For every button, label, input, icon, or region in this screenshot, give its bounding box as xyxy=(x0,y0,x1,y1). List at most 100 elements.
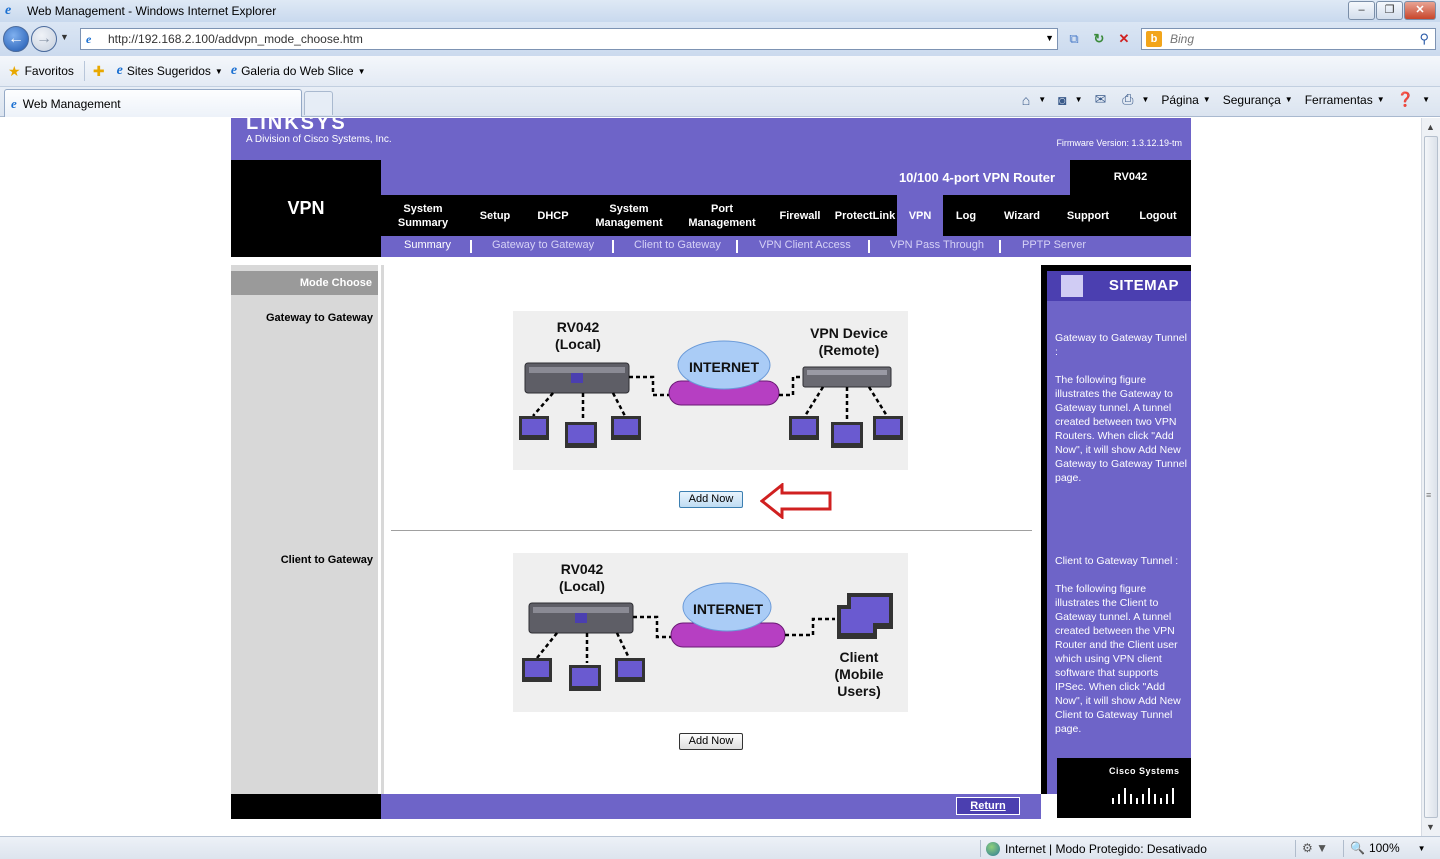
subnav-separator xyxy=(999,240,1001,253)
puzzle-icon xyxy=(1061,275,1083,297)
nav-vpn[interactable]: VPN xyxy=(897,195,943,236)
subnav-vpn-client-access[interactable]: VPN Client Access xyxy=(759,239,851,251)
nav-log[interactable]: Log xyxy=(949,195,983,236)
cisco-logo: Cisco Systems xyxy=(1057,758,1191,818)
print-button[interactable]: ⎙ ▼ xyxy=(1122,91,1149,108)
sitemap-title: SITEMAP xyxy=(1108,277,1179,294)
subnav-pptp-server[interactable]: PPTP Server xyxy=(1022,239,1086,251)
status-bar: Internet | Modo Protegido: Desativado ⚙ … xyxy=(0,836,1440,859)
search-icon[interactable]: ⚲ xyxy=(1419,31,1429,47)
address-dropdown-icon[interactable]: ▼ xyxy=(1045,33,1054,43)
tools-menu[interactable]: Ferramentas ▼ xyxy=(1305,93,1385,107)
zoom-control[interactable]: 🔍 100% ▼ xyxy=(1350,841,1426,855)
model-box: RV042 xyxy=(1070,160,1191,195)
return-button[interactable]: Return xyxy=(956,797,1020,815)
nav-logout[interactable]: Logout xyxy=(1129,195,1187,236)
diagram2-local-label: RV042 (Local) xyxy=(557,561,607,595)
diagram2-internet-label: INTERNET xyxy=(693,601,763,617)
scroll-up-icon[interactable]: ▲ xyxy=(1426,122,1435,132)
nav-support[interactable]: Support xyxy=(1061,195,1115,236)
subnav-separator xyxy=(868,240,870,253)
client-to-gateway-diagram: RV042 (Local) INTERNET Client (Mobile Us… xyxy=(513,553,908,712)
nav-firewall[interactable]: Firewall xyxy=(773,195,827,236)
subnav-summary[interactable]: Summary xyxy=(404,239,451,251)
red-arrow-annotation xyxy=(760,483,832,519)
sitemap-client-heading: Client to Gateway Tunnel : xyxy=(1055,555,1179,567)
section-box: VPN xyxy=(231,160,381,257)
subnav-client-to-gateway[interactable]: Client to Gateway xyxy=(634,239,721,251)
command-bar: ⌂ ▼ ◙ ▼ ✉ ⎙ ▼ Página ▼ Segurança ▼ Ferramenta… xyxy=(1010,91,1430,108)
security-menu-label: Segurança xyxy=(1222,92,1281,107)
zoom-level: 100% xyxy=(1368,841,1400,855)
nav-setup[interactable]: Setup xyxy=(469,195,521,236)
nav-system-management[interactable]: System Management xyxy=(585,195,673,236)
mode-choose-header: Mode Choose xyxy=(231,271,378,295)
nav-port-management[interactable]: Port Management xyxy=(679,195,765,236)
security-zone[interactable]: Internet | Modo Protegido: Desativado xyxy=(986,842,1207,856)
back-button[interactable]: ← xyxy=(3,26,29,52)
search-box[interactable]: b ⚲ xyxy=(1141,28,1436,50)
separator xyxy=(1295,840,1296,857)
security-menu[interactable]: Segurança ▼ xyxy=(1223,93,1293,107)
add-favorite-icon: ✚ xyxy=(92,62,105,79)
sitemap-client-text: The following figure illustrates the Cli… xyxy=(1055,583,1181,735)
scroll-grip-icon: ≡ xyxy=(1426,490,1432,500)
nav-wizard[interactable]: Wizard xyxy=(995,195,1049,236)
forward-button[interactable]: → xyxy=(31,26,57,52)
add-now-client-button[interactable]: Add Now xyxy=(679,733,743,750)
page-menu-label: Página xyxy=(1161,92,1199,107)
nav-dhcp[interactable]: DHCP xyxy=(529,195,577,236)
search-input[interactable] xyxy=(1170,32,1400,46)
protected-mode-icon[interactable]: ⚙ ▼ xyxy=(1302,841,1328,855)
home-icon: ⌂ xyxy=(1021,91,1031,108)
subnav-gateway-to-gateway[interactable]: Gateway to Gateway xyxy=(492,239,594,251)
history-dropdown-icon[interactable]: ▼ xyxy=(60,32,69,42)
favorites-button[interactable]: ★ Favoritos xyxy=(8,63,74,80)
home-button[interactable]: ⌂ ▼ xyxy=(1022,92,1046,108)
address-field[interactable]: e http://192.168.2.100/addvpn_mode_choos… xyxy=(80,28,1058,50)
add-now-gateway-button[interactable]: Add Now xyxy=(679,491,743,508)
ie-logo-icon: e xyxy=(5,3,12,18)
scroll-down-icon[interactable]: ▼ xyxy=(1426,822,1435,832)
suggested-sites-link[interactable]: e Sites Sugeridos ▼ xyxy=(117,63,223,79)
stop-icon[interactable]: ✕ xyxy=(1112,28,1136,50)
page-menu[interactable]: Página ▼ xyxy=(1161,93,1210,107)
new-tab-button[interactable] xyxy=(304,91,333,115)
product-name: 10/100 4-port VPN Router xyxy=(898,170,1055,185)
refresh-icon[interactable]: ↻ xyxy=(1087,28,1111,50)
web-slice-gallery-link[interactable]: e Galeria do Web Slice ▼ xyxy=(231,63,366,79)
diagram1-local-label: RV042 (Local) xyxy=(553,319,603,353)
compatibility-view-icon[interactable]: ⧉ xyxy=(1062,28,1086,50)
sub-nav: Summary Gateway to Gateway Client to Gat… xyxy=(381,236,1191,257)
scroll-thumb[interactable] xyxy=(1424,136,1438,818)
close-button[interactable]: ✕ xyxy=(1404,1,1436,20)
address-url[interactable]: http://192.168.2.100/addvpn_mode_choose.… xyxy=(108,32,363,46)
chevron-down-icon: ▼ xyxy=(357,66,366,76)
diagram2-client-label: Client (Mobile Users) xyxy=(811,649,907,700)
add-favorite-button[interactable]: ✚ xyxy=(93,63,109,80)
diagram2-local-sub: (Local) xyxy=(559,578,605,594)
nav-protectlink[interactable]: ProtectLink xyxy=(831,195,899,236)
vertical-scrollbar[interactable]: ▲ ≡ ▼ xyxy=(1421,118,1440,836)
feeds-button[interactable]: ◙ ▼ xyxy=(1058,92,1082,108)
diagram2-client-title: Client xyxy=(839,649,879,665)
subnav-separator xyxy=(470,240,472,253)
zoom-icon: 🔍 xyxy=(1350,841,1365,855)
sitemap-header: SITEMAP xyxy=(1047,271,1191,301)
separator xyxy=(83,61,85,81)
mail-button[interactable]: ✉ xyxy=(1095,91,1111,108)
page-icon: e xyxy=(86,32,92,46)
maximize-button[interactable]: ❐ xyxy=(1376,1,1403,20)
diagram1-local-title: RV042 xyxy=(556,319,600,335)
help-menu[interactable]: ❓ ▼ xyxy=(1397,91,1430,108)
footer-bar xyxy=(381,794,1041,819)
chevron-down-icon: ▼ xyxy=(214,66,223,76)
diagram1-internet-label: INTERNET xyxy=(689,359,759,375)
footer-left xyxy=(231,794,381,819)
firmware-version: Firmware Version: 1.3.12.19-tm xyxy=(1056,138,1182,148)
subnav-vpn-pass-through[interactable]: VPN Pass Through xyxy=(890,239,984,251)
section-divider xyxy=(391,530,1032,531)
tab-web-management[interactable]: e Web Management xyxy=(4,89,302,117)
nav-system-summary[interactable]: System Summary xyxy=(381,195,465,236)
minimize-button[interactable]: – xyxy=(1348,1,1375,20)
